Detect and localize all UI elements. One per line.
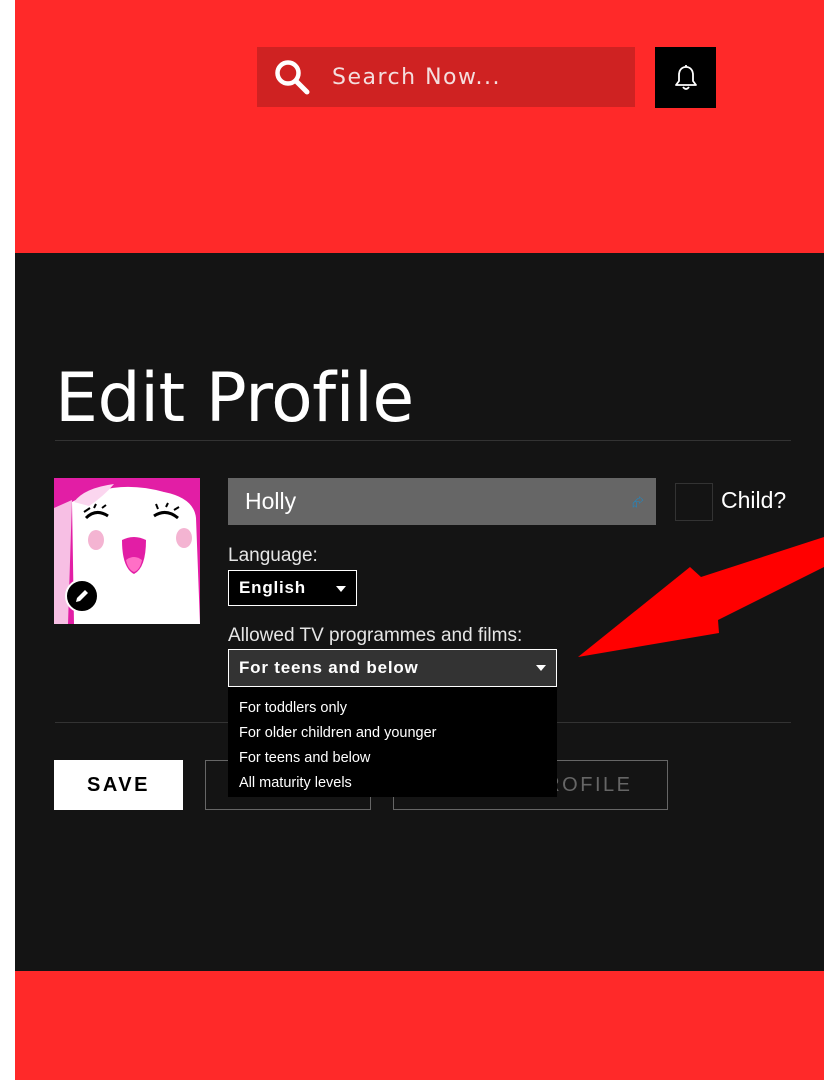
child-checkbox[interactable] xyxy=(675,483,713,521)
language-selected: English xyxy=(239,578,306,597)
search-icon xyxy=(275,60,310,95)
edit-profile-panel: Edit Profile Holly ⮳ Child? Language: En… xyxy=(15,253,824,971)
language-select[interactable]: English xyxy=(228,570,357,606)
dropdown-option[interactable]: All maturity levels xyxy=(228,771,557,796)
child-label: Child? xyxy=(721,487,787,513)
top-header: Search Now... xyxy=(15,0,824,253)
chevron-down-icon xyxy=(536,665,546,671)
autofill-key-icon: ⮳ xyxy=(632,494,645,511)
dropdown-option[interactable]: For toddlers only xyxy=(228,696,557,721)
search-placeholder: Search Now... xyxy=(332,64,501,90)
maturity-select[interactable]: For teens and below xyxy=(228,649,557,687)
dropdown-option[interactable]: For older children and younger xyxy=(228,721,557,746)
maturity-selected: For teens and below xyxy=(239,658,419,677)
page-frame: Search Now... Edit Profile Holly ⮳ Child… xyxy=(15,0,824,1080)
chevron-down-icon xyxy=(336,586,346,592)
language-label: Language: xyxy=(228,545,318,566)
bottom-footer-bar xyxy=(15,971,824,1080)
notifications-button[interactable] xyxy=(655,47,716,108)
maturity-dropdown-list: For toddlers only For older children and… xyxy=(228,687,557,797)
profile-name-input[interactable] xyxy=(228,478,656,525)
bell-icon xyxy=(674,64,697,90)
dropdown-option[interactable]: For teens and below xyxy=(228,746,557,771)
search-bar[interactable]: Search Now... xyxy=(257,47,635,107)
page-title: Edit Profile xyxy=(55,359,414,438)
pencil-icon xyxy=(76,590,88,602)
title-divider xyxy=(55,440,791,441)
edit-avatar-button[interactable] xyxy=(65,579,99,613)
save-button[interactable]: SAVE xyxy=(54,760,183,810)
maturity-label: Allowed TV programmes and films: xyxy=(228,625,523,646)
